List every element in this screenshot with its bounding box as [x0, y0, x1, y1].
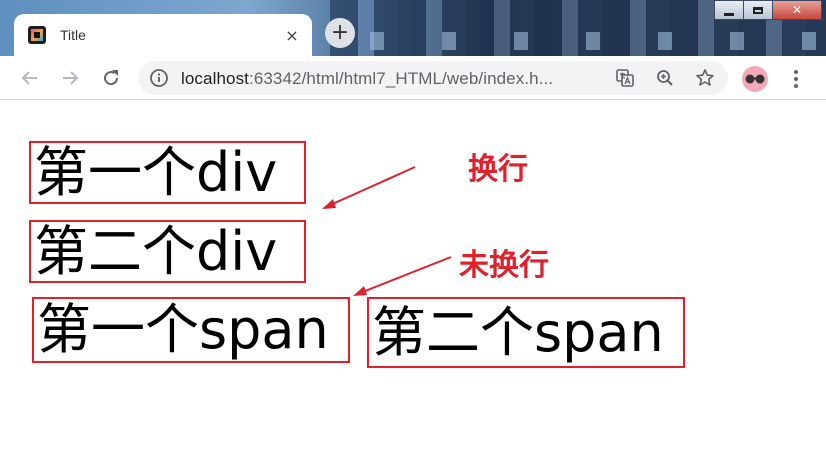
annotation-arrows [322, 166, 452, 296]
plus-icon: + [330, 20, 350, 45]
profile-button[interactable] [742, 66, 768, 92]
favicon-icon [28, 26, 46, 44]
reload-button[interactable] [97, 64, 125, 92]
url-path: :63342/html/html7_HTML/web/index.h... [249, 69, 554, 88]
site-info-button[interactable] [148, 67, 170, 89]
star-icon [696, 69, 714, 86]
arrow-nowrap [353, 256, 452, 296]
zoom-icon [657, 70, 673, 86]
minimize-button[interactable] [714, 0, 744, 20]
close-icon: ✕ [791, 3, 803, 17]
forward-arrow-icon [63, 71, 79, 85]
tab-title: Title [60, 27, 86, 43]
window-controls: ✕ [714, 0, 822, 20]
translate-button[interactable] [614, 67, 636, 89]
translate-icon [616, 69, 634, 87]
arrow-wrap [322, 166, 416, 209]
zoom-button[interactable] [654, 67, 676, 89]
back-button[interactable] [16, 64, 44, 92]
browser-toolbar: localhost:63342/html/html7_HTML/web/inde… [0, 56, 826, 100]
new-tab-button[interactable]: + [325, 18, 355, 48]
profile-avatar [745, 74, 765, 84]
forward-button[interactable] [56, 64, 84, 92]
titlebar-background-pattern [330, 32, 826, 50]
back-arrow-icon [21, 71, 37, 85]
tab-close-button[interactable]: × [280, 23, 304, 47]
minimize-icon [724, 12, 734, 16]
bookmark-button[interactable] [694, 67, 716, 89]
browser-tab[interactable]: Title × [14, 14, 312, 56]
info-icon [150, 69, 168, 87]
maximize-icon [753, 6, 763, 14]
menu-dots-icon [794, 70, 798, 88]
page-viewport: 第一个div 第二个div 第一个span 第二个span 换行 未换行 [0, 100, 826, 472]
browser-menu-button[interactable] [786, 66, 806, 92]
maximize-button[interactable] [743, 0, 773, 20]
url-text: localhost:63342/html/html7_HTML/web/inde… [181, 69, 553, 89]
url-host: localhost [181, 69, 249, 88]
reload-icon [104, 70, 119, 86]
address-bar[interactable]: localhost:63342/html/html7_HTML/web/inde… [138, 61, 728, 95]
close-window-button[interactable]: ✕ [772, 0, 822, 20]
